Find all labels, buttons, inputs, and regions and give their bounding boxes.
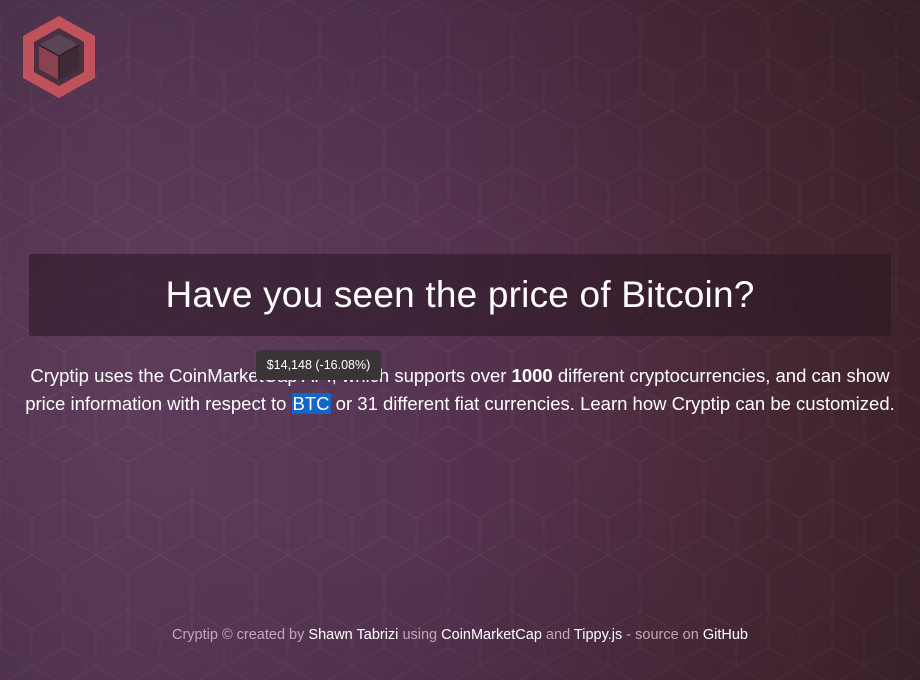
footer-text-2: using [398,627,442,643]
crypto-count: 1000 [511,365,553,386]
footer-link-github[interactable]: GitHub [703,627,748,643]
price-tooltip: $14,148 (-16.08%) [256,350,381,380]
btc-price-trigger[interactable]: BTC [291,393,331,414]
title-band: Have you seen the price of Bitcoin? [29,254,891,336]
footer: Cryptip © created by Shawn Tabrizi using… [0,624,920,646]
background-vignette [0,0,920,680]
description-text-3: or 31 different fiat currencies. Learn h… [330,393,895,414]
footer-link-author[interactable]: Shawn Tabrizi [308,627,398,643]
hexagon-background-pattern [0,0,920,680]
footer-text-1: Cryptip © created by [172,627,309,643]
footer-text-3: and [541,627,574,643]
page-title: Have you seen the price of Bitcoin? [165,274,755,315]
footer-text-4: - source on [622,627,703,643]
cube-logo-icon[interactable] [21,14,97,100]
footer-link-coinmarketcap[interactable]: CoinMarketCap [441,627,542,643]
footer-link-tippyjs[interactable]: Tippy.js [574,627,622,643]
description-paragraph: Cryptip uses the CoinMarketCap API, whic… [20,362,900,418]
